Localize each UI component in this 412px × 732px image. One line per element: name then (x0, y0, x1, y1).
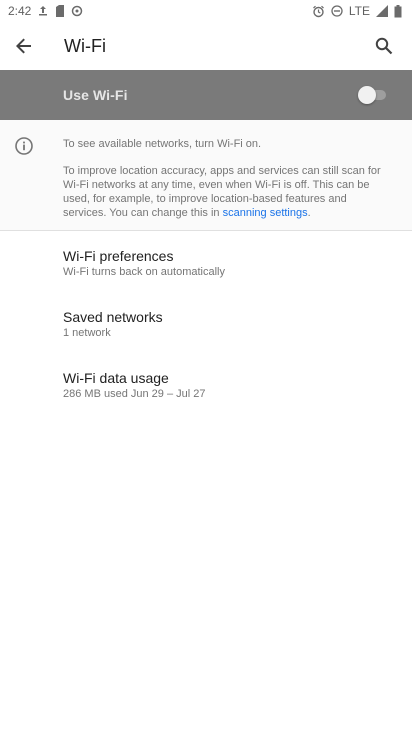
info-heading: To see available networks, turn Wi-Fi on… (63, 138, 262, 150)
pref-title: Wi-Fi data usage (63, 370, 169, 386)
signal-icon (376, 5, 388, 17)
do-not-disturb-icon (331, 5, 343, 17)
search-icon (375, 37, 393, 55)
pref-summary: Wi-Fi turns back on automatically (63, 266, 225, 278)
arrow-back-icon (16, 38, 31, 54)
pref-summary: 1 network (63, 327, 111, 339)
storage-icon (55, 5, 65, 17)
wifi-preferences-item[interactable]: Wi-Fi preferences Wi-Fi turns back on au… (0, 234, 412, 292)
page-title: Wi-Fi (64, 35, 106, 56)
wifi-off-info: To see available networks, turn Wi-Fi on… (0, 120, 412, 230)
use-wifi-label: Use Wi-Fi (63, 87, 128, 103)
pref-title: Saved networks (63, 309, 163, 325)
info-body-suffix: . (307, 207, 311, 219)
info-body: To improve location accuracy, apps and s… (63, 164, 383, 220)
alarm-icon (312, 5, 325, 18)
wifi-toggle[interactable] (358, 85, 386, 105)
app-bar: Wi-Fi (0, 22, 412, 70)
pref-title: Wi-Fi preferences (63, 248, 174, 264)
network-type-label: LTE (348, 4, 370, 18)
battery-icon (394, 4, 402, 18)
status-bar: 2:42 LTE (0, 0, 412, 22)
activity-icon (71, 5, 83, 17)
info-icon (14, 136, 34, 161)
status-time: 2:42 (8, 4, 32, 18)
toggle-thumb (358, 86, 376, 104)
back-button[interactable] (0, 22, 48, 70)
sync-icon (37, 5, 49, 17)
wifi-data-usage-item[interactable]: Wi-Fi data usage 286 MB used Jun 29 – Ju… (0, 356, 412, 414)
scanning-settings-link[interactable]: scanning settings (223, 207, 308, 219)
divider (0, 230, 412, 231)
saved-networks-item[interactable]: Saved networks 1 network (0, 295, 412, 353)
use-wifi-row[interactable]: Use Wi-Fi (0, 70, 412, 120)
pref-summary: 286 MB used Jun 29 – Jul 27 (63, 388, 206, 400)
search-button[interactable] (360, 22, 408, 70)
